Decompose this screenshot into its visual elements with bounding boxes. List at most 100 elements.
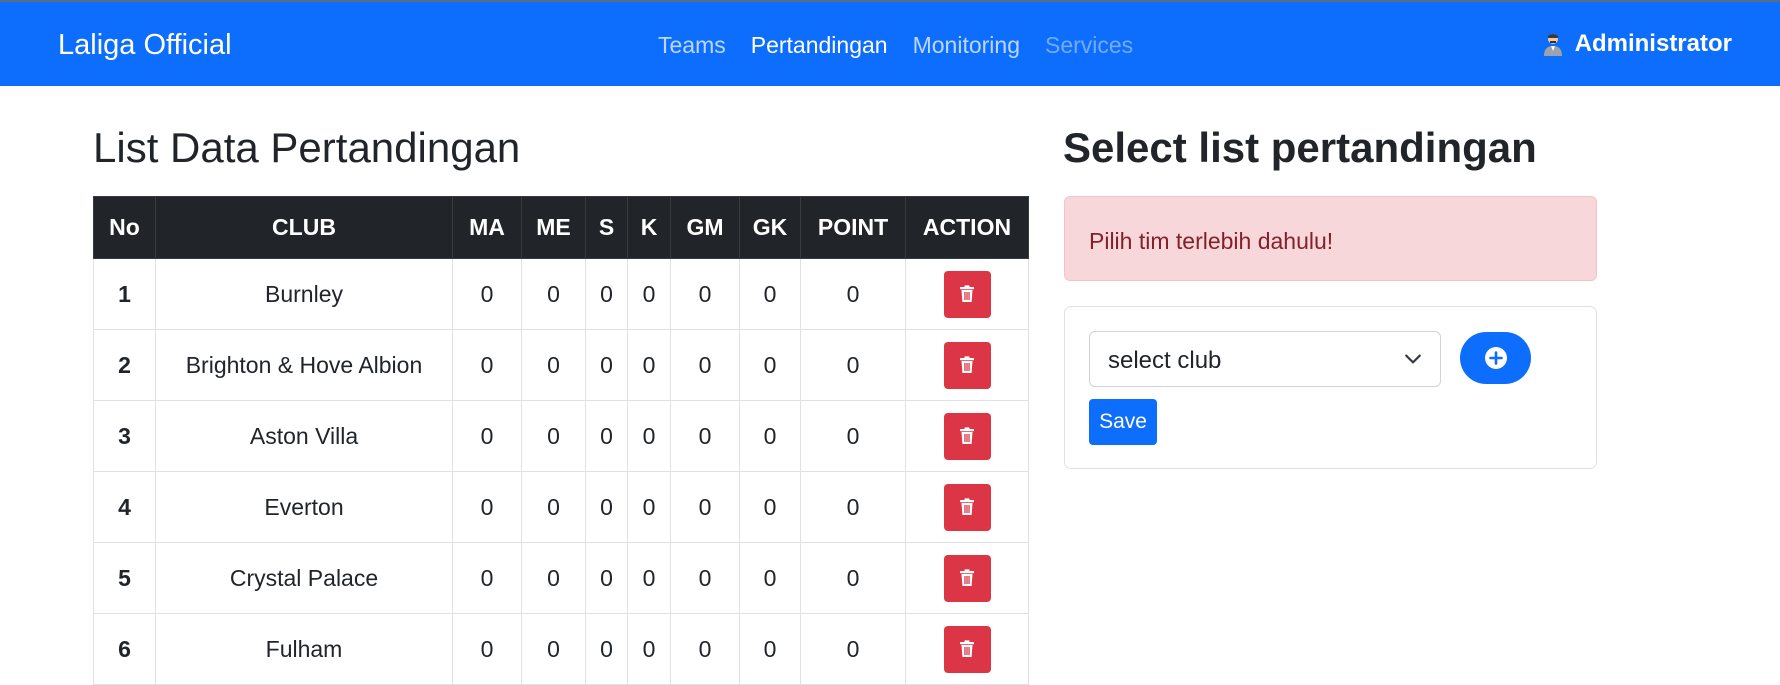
table-row: 2 Brighton & Hove Albion 0 0 0 0 0 0 0 [93,329,1029,401]
col-ma: MA [452,196,522,259]
col-gm: GM [670,196,740,259]
cell-s: 0 [585,400,628,472]
cell-s: 0 [585,329,628,401]
cell-no: 4 [93,471,156,543]
cell-action [905,613,1029,685]
delete-button[interactable] [943,270,991,318]
cell-no: 6 [93,613,156,685]
cell-club: Aston Villa [155,400,453,472]
col-point: POINT [800,196,906,259]
cell-k: 0 [627,613,671,685]
col-me: ME [521,196,586,259]
user-name: Administrator [1574,30,1732,57]
cell-club: Burnley [155,258,453,330]
cell-gm: 0 [670,258,740,330]
cell-point: 0 [800,329,906,401]
cell-me: 0 [521,613,586,685]
cell-s: 0 [585,258,628,330]
cell-me: 0 [521,542,586,614]
cell-gm: 0 [670,613,740,685]
delete-button[interactable] [943,625,991,673]
col-action: ACTION [905,196,1029,259]
cell-me: 0 [521,329,586,401]
table-header: No CLUB MA ME S K GM GK POINT ACTION [93,196,1029,259]
cell-point: 0 [800,613,906,685]
cell-gk: 0 [739,329,801,401]
navbar: Laliga Official Teams Pertandingan Monit… [0,0,1780,86]
cell-k: 0 [627,329,671,401]
trash-icon [960,285,974,302]
cell-no: 1 [93,258,156,330]
cell-ma: 0 [452,329,522,401]
table-row: 1 Burnley 0 0 0 0 0 0 0 [93,258,1029,330]
table-row: 4 Everton 0 0 0 0 0 0 0 [93,471,1029,543]
cell-no: 2 [93,329,156,401]
cell-k: 0 [627,400,671,472]
matches-table: No CLUB MA ME S K GM GK POINT ACTION 1 Bu… [93,196,1029,685]
cell-club: Everton [155,471,453,543]
cell-club: Brighton & Hove Albion [155,329,453,401]
cell-point: 0 [800,400,906,472]
chevron-down-icon [1405,354,1421,364]
table-row: 3 Aston Villa 0 0 0 0 0 0 0 [93,400,1029,472]
cell-gk: 0 [739,542,801,614]
club-select[interactable]: select club [1089,331,1441,387]
save-button[interactable]: Save [1089,399,1157,445]
plus-circle-icon [1484,347,1507,369]
delete-button[interactable] [943,554,991,602]
nav-teams[interactable]: Teams [658,32,726,59]
delete-button[interactable] [943,483,991,531]
user-avatar-icon [1543,34,1562,56]
cell-k: 0 [627,258,671,330]
nav-monitoring[interactable]: Monitoring [913,32,1020,59]
nav-services[interactable]: Services [1045,32,1133,59]
cell-ma: 0 [452,613,522,685]
section-title: Select list pertandingan [1063,124,1537,171]
cell-gk: 0 [739,400,801,472]
page-title: List Data Pertandingan [93,124,521,171]
cell-ma: 0 [452,400,522,472]
cell-s: 0 [585,542,628,614]
cell-point: 0 [800,471,906,543]
delete-button[interactable] [943,412,991,460]
nav-links: Teams Pertandingan Monitoring Services [658,32,1158,59]
alert-message: Pilih tim terlebih dahulu! [1064,196,1597,281]
cell-point: 0 [800,258,906,330]
cell-action [905,400,1029,472]
trash-icon [960,427,974,444]
cell-k: 0 [627,542,671,614]
col-gk: GK [739,196,801,259]
cell-action [905,329,1029,401]
user-menu[interactable]: Administrator [1541,30,1732,58]
cell-gm: 0 [670,329,740,401]
select-card: select club Save [1064,306,1597,469]
cell-action [905,471,1029,543]
cell-action [905,542,1029,614]
cell-gm: 0 [670,400,740,472]
table-row: 5 Crystal Palace 0 0 0 0 0 0 0 [93,542,1029,614]
cell-k: 0 [627,471,671,543]
cell-s: 0 [585,613,628,685]
nav-pertandingan[interactable]: Pertandingan [751,32,888,59]
cell-no: 3 [93,400,156,472]
cell-gk: 0 [739,471,801,543]
cell-me: 0 [521,400,586,472]
cell-me: 0 [521,258,586,330]
delete-button[interactable] [943,341,991,389]
add-club-button[interactable] [1460,332,1531,384]
cell-action [905,258,1029,330]
cell-gk: 0 [739,613,801,685]
cell-ma: 0 [452,258,522,330]
trash-icon [960,640,974,657]
cell-gm: 0 [670,542,740,614]
cell-point: 0 [800,542,906,614]
cell-gk: 0 [739,258,801,330]
cell-club: Crystal Palace [155,542,453,614]
brand-logo[interactable]: Laliga Official [58,29,232,62]
cell-ma: 0 [452,542,522,614]
trash-icon [960,498,974,515]
club-select-value: select club [1108,347,1222,374]
cell-gm: 0 [670,471,740,543]
cell-me: 0 [521,471,586,543]
table-row: 6 Fulham 0 0 0 0 0 0 0 [93,613,1029,685]
